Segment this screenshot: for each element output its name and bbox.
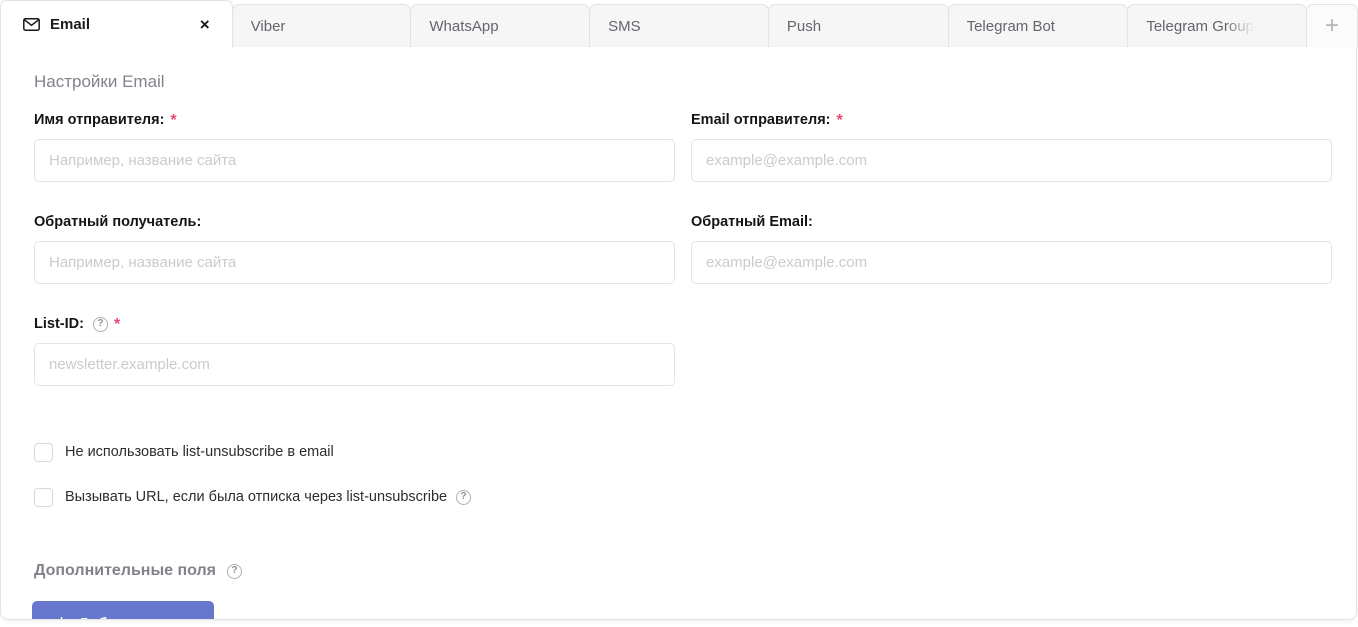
reply-name-label-text: Обратный получатель:: [34, 214, 202, 230]
field-list-id: List-ID: ? *: [34, 314, 675, 386]
reply-email-label: Обратный Email:: [691, 212, 1332, 232]
sender-name-label-text: Имя отправителя:: [34, 112, 165, 128]
channel-tabbar: Email × Viber WhatsApp SMS Push Telegram…: [0, 0, 1358, 48]
sender-email-label: Email отправителя: *: [691, 110, 1332, 130]
tab-push[interactable]: Push: [767, 4, 949, 48]
reply-name-label: Обратный получатель:: [34, 212, 675, 232]
list-id-input[interactable]: [34, 343, 675, 386]
sender-email-label-text: Email отправителя:: [691, 112, 831, 128]
email-settings-screen: Email × Viber WhatsApp SMS Push Telegram…: [0, 0, 1358, 627]
tab-telegram-group[interactable]: Telegram Group: [1127, 4, 1308, 48]
extra-fields-title: Дополнительные поля ?: [34, 562, 243, 580]
tab-telegram-bot[interactable]: Telegram Bot: [947, 4, 1129, 48]
field-sender-email: Email отправителя: *: [691, 110, 1332, 182]
required-asterisk: *: [836, 112, 843, 129]
tab-push-label: Push: [786, 17, 822, 35]
tab-sms[interactable]: SMS: [589, 4, 769, 48]
tab-email[interactable]: Email ×: [0, 0, 233, 48]
sender-name-input[interactable]: [34, 139, 675, 182]
help-icon[interactable]: ?: [456, 489, 472, 505]
envelope-icon: [23, 17, 40, 31]
form-row-listid: List-ID: ? *: [34, 314, 1332, 386]
tab-telegram-bot-label: Telegram Bot: [966, 17, 1055, 35]
checkbox-row-call-url[interactable]: Вызывать URL, если была отписка через li…: [34, 484, 472, 510]
add-tab-button[interactable]: +: [1306, 4, 1358, 48]
checkbox-call-url[interactable]: [34, 487, 53, 507]
reply-email-label-text: Обратный Email:: [691, 214, 813, 230]
plus-icon: +: [56, 613, 67, 619]
close-icon[interactable]: ×: [196, 14, 214, 35]
checkbox-group: Не использовать list-unsubscribe в email…: [34, 439, 472, 529]
sender-email-input[interactable]: [691, 139, 1332, 182]
row-spacer: [34, 182, 1332, 212]
row-spacer: [34, 284, 1332, 314]
field-reply-name: Обратный получатель:: [34, 212, 675, 284]
reply-name-input[interactable]: [34, 241, 675, 284]
tab-email-label: Email: [50, 15, 91, 33]
tab-sms-label: SMS: [608, 17, 641, 35]
field-reply-email: Обратный Email:: [691, 212, 1332, 284]
list-id-label-text: List-ID:: [34, 316, 84, 332]
checkbox-no-list-unsubscribe[interactable]: [34, 442, 53, 462]
form-row-sender: Имя отправителя: * Email отправителя: *: [34, 110, 1332, 182]
form-row-reply: Обратный получатель: Обратный Email:: [34, 212, 1332, 284]
add-field-button[interactable]: + Добавить поле: [32, 601, 215, 619]
reply-email-input[interactable]: [691, 241, 1332, 284]
add-field-button-label: Добавить поле: [78, 615, 190, 619]
required-asterisk: *: [170, 112, 177, 129]
help-icon[interactable]: ?: [227, 563, 243, 579]
sender-name-label: Имя отправителя: *: [34, 110, 675, 130]
email-settings-panel: Настройки Email Имя отправителя: * Email…: [0, 47, 1357, 620]
tab-telegram-group-label: Telegram Group: [1146, 17, 1254, 35]
field-sender-name: Имя отправителя: *: [34, 110, 675, 182]
help-icon[interactable]: ?: [92, 316, 108, 332]
extra-fields-title-text: Дополнительные поля: [34, 562, 217, 579]
checkbox-no-list-unsubscribe-label: Не использовать list-unsubscribe в email: [65, 444, 334, 460]
list-id-label: List-ID: ? *: [34, 314, 675, 334]
tab-whatsapp[interactable]: WhatsApp: [410, 4, 591, 48]
checkbox-call-url-label: Вызывать URL, если была отписка через li…: [65, 489, 448, 505]
settings-form: Имя отправителя: * Email отправителя: *: [34, 110, 1332, 386]
required-asterisk: *: [113, 316, 121, 333]
section-title: Настройки Email: [34, 72, 165, 91]
tab-viber-label: Viber: [250, 17, 286, 35]
tab-viber[interactable]: Viber: [231, 4, 412, 48]
checkbox-row-no-list-unsubscribe[interactable]: Не использовать list-unsubscribe в email: [34, 439, 471, 465]
tab-whatsapp-label: WhatsApp: [429, 17, 499, 35]
